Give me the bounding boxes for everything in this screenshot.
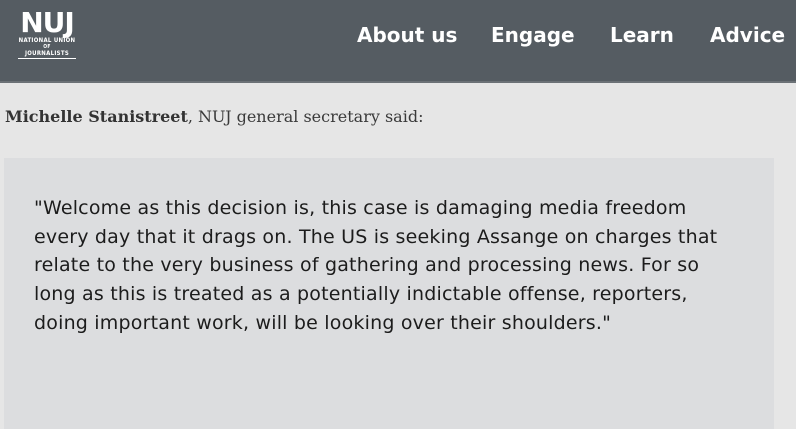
speaker-role: , NUJ general secretary said: bbox=[187, 107, 424, 126]
site-header: NUJ NATIONAL UNION OF JOURNALISTS About … bbox=[0, 0, 796, 83]
logo-line-3: JOURNALISTS bbox=[24, 50, 70, 57]
quote-attribution: Michelle Stanistreet, NUJ general secret… bbox=[5, 106, 785, 128]
logo-underline bbox=[18, 58, 76, 59]
nav-item-advice[interactable]: Advice bbox=[710, 22, 785, 48]
nuj-logo[interactable]: NUJ NATIONAL UNION OF JOURNALISTS bbox=[14, 9, 80, 67]
logo-line-1: NATIONAL UNION bbox=[18, 37, 76, 44]
nav-item-learn[interactable]: Learn bbox=[610, 22, 674, 48]
nav-item-about-us[interactable]: About us bbox=[357, 22, 457, 48]
quote-block: "Welcome as this decision is, this case … bbox=[4, 158, 774, 429]
nav-item-engage[interactable]: Engage bbox=[491, 22, 575, 48]
quote-text: "Welcome as this decision is, this case … bbox=[34, 197, 718, 334]
logo-mark: NUJ bbox=[20, 6, 75, 39]
speaker-name: Michelle Stanistreet bbox=[5, 107, 188, 126]
